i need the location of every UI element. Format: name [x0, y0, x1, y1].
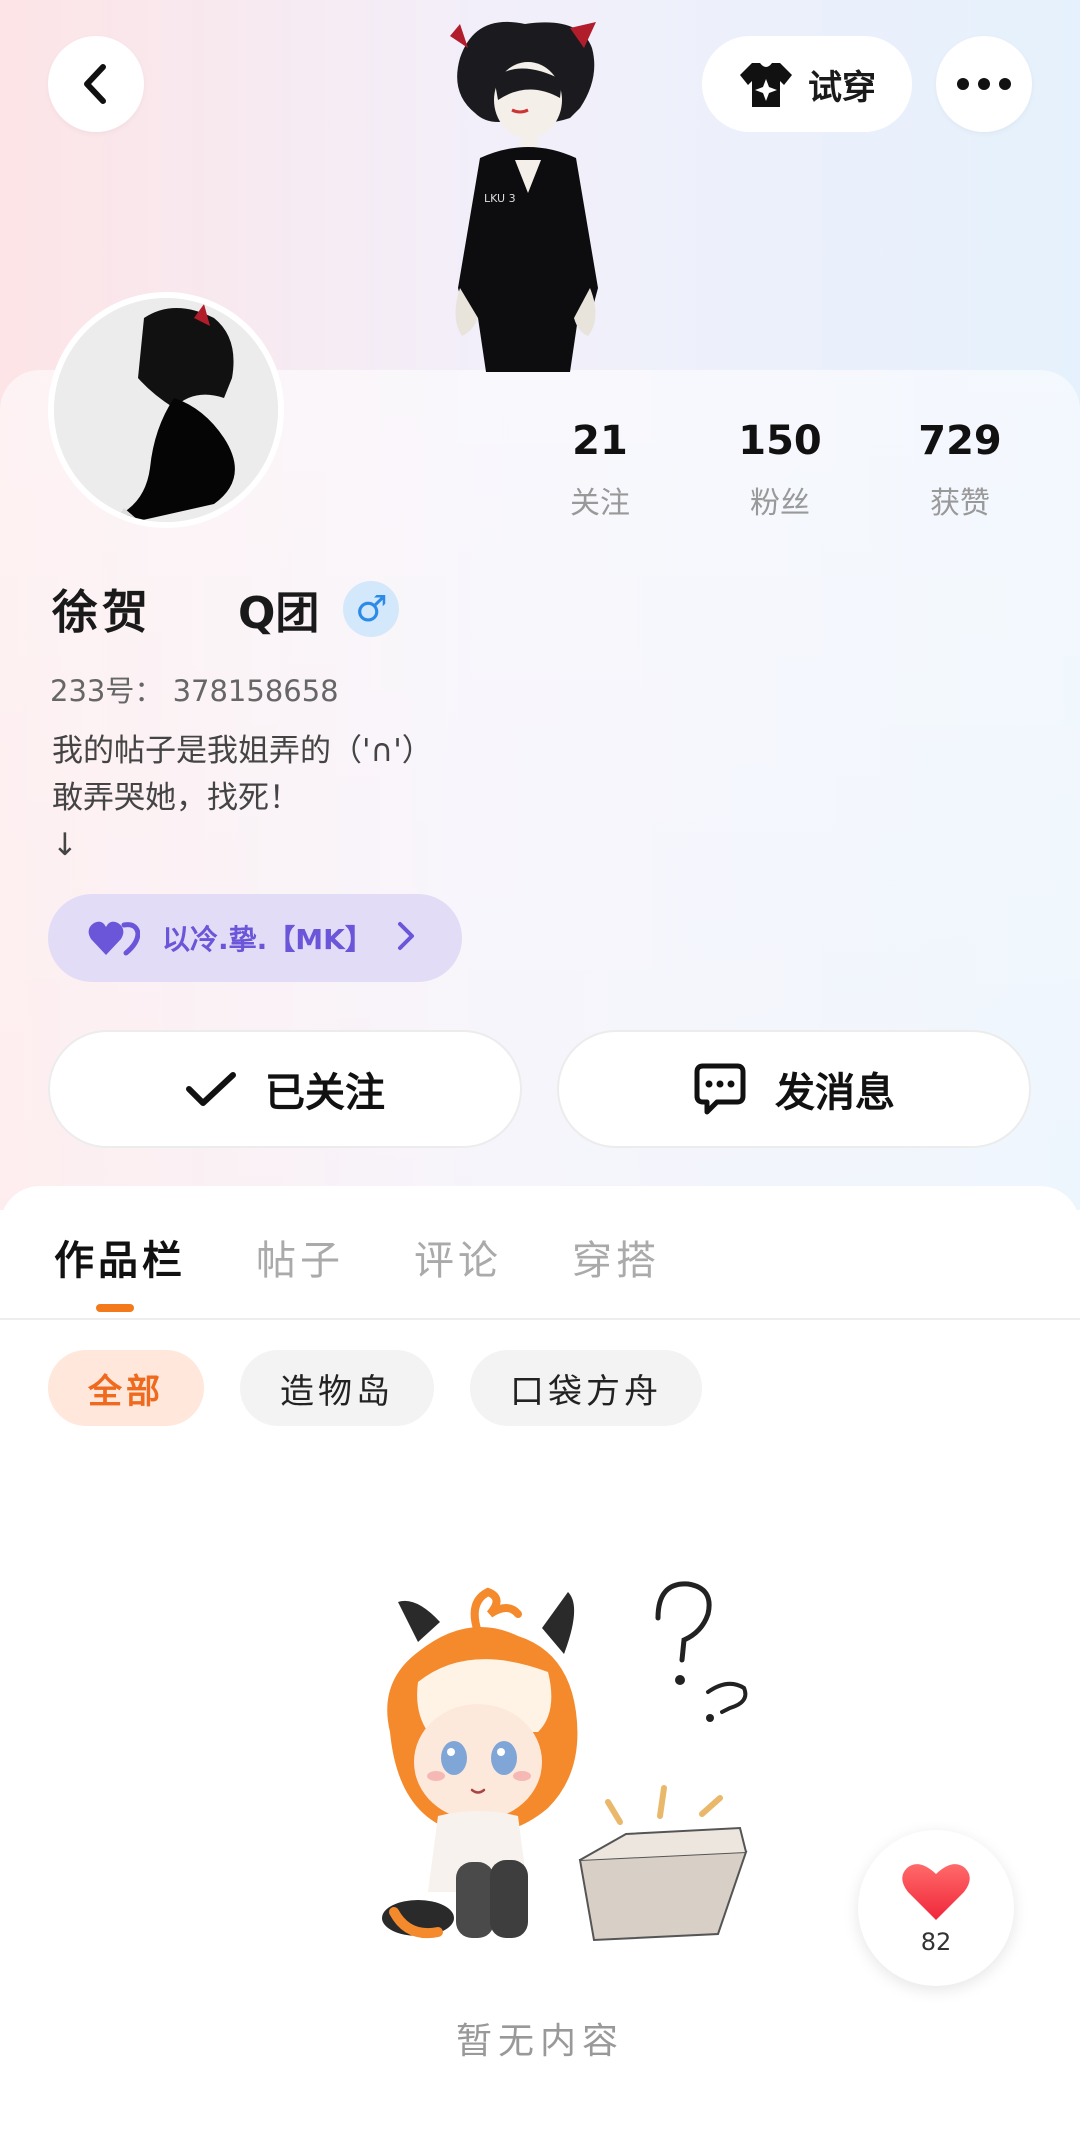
fan-badge-label: 以冷.挚.【MK】	[162, 923, 373, 956]
more-dots-icon	[957, 78, 1011, 90]
tab-posts[interactable]: 帖子	[256, 1228, 344, 1286]
bio-line: 我的帖子是我姐弄的（'∩'）	[52, 733, 433, 769]
like-count: 82	[920, 1928, 952, 1956]
tab-label: 评论	[414, 1238, 502, 1284]
user-name: 徐贺	[52, 585, 152, 639]
stat-following[interactable]: 21 关注	[500, 418, 700, 522]
uid-label: 233号：	[50, 674, 164, 708]
shirt-sparkle-icon	[740, 63, 792, 107]
back-button[interactable]	[48, 36, 144, 132]
tab-label: 作品栏	[54, 1238, 186, 1284]
name-row: 徐贺 Q团 ♂	[52, 576, 400, 642]
stat-likes[interactable]: 729 获赞	[860, 418, 1060, 522]
stat-label: 关注	[570, 486, 630, 521]
empty-state-text: 暂无内容	[455, 2021, 624, 2062]
tab-label: 穿搭	[572, 1238, 660, 1284]
stat-value: 21	[572, 418, 628, 464]
send-message-label: 发消息	[775, 1070, 895, 1116]
stat-value: 729	[918, 418, 1002, 464]
avatar-image	[54, 298, 278, 522]
active-tab-indicator	[96, 1304, 134, 1312]
try-on-label: 试穿	[808, 67, 876, 108]
content-panel: 作品栏 帖子 评论 穿搭 全部 造物岛 口袋方舟 暂无内容	[0, 1186, 1080, 2144]
empty-state-illustration	[382, 1581, 748, 1942]
stat-label: 粉丝	[750, 486, 810, 521]
user-id: 233号： 378158658	[50, 668, 339, 710]
followed-label: 已关注	[265, 1070, 385, 1116]
tab-outfits[interactable]: 穿搭	[572, 1228, 660, 1286]
heart-icon	[902, 1864, 970, 1920]
filter-chip-creation-island[interactable]: 造物岛	[240, 1350, 434, 1426]
avatar[interactable]	[48, 292, 284, 528]
tab-label: 帖子	[256, 1238, 344, 1284]
chat-bubble-icon	[694, 1063, 746, 1115]
send-message-button[interactable]: 发消息	[557, 1030, 1031, 1148]
double-heart-icon	[88, 921, 140, 956]
svg-text:LKU 3: LKU 3	[484, 192, 516, 205]
tabs-divider	[0, 1318, 1080, 1320]
male-icon: ♂	[343, 581, 400, 637]
chevron-right-icon	[398, 922, 414, 950]
stat-value: 150	[738, 418, 822, 464]
chevron-left-icon	[84, 64, 106, 104]
fan-badge-button[interactable]: 以冷.挚.【MK】	[48, 894, 462, 982]
more-button[interactable]	[936, 36, 1032, 132]
stats-row: 21 关注 150 粉丝 729 获赞	[500, 418, 1060, 522]
filter-chip-pocket-ark[interactable]: 口袋方舟	[470, 1350, 702, 1426]
filter-chip-all[interactable]: 全部	[48, 1350, 204, 1426]
team-name: Q团	[238, 588, 320, 639]
tab-works[interactable]: 作品栏	[54, 1228, 186, 1312]
character-figure[interactable]: LKU 3	[420, 18, 630, 372]
bio-line: 敢弄哭她，找死！	[52, 780, 300, 816]
followed-button[interactable]: 已关注	[48, 1030, 522, 1148]
check-icon	[186, 1072, 236, 1106]
filter-chips: 全部 造物岛 口袋方舟	[48, 1350, 702, 1426]
floating-like-button[interactable]: 82	[858, 1830, 1014, 1986]
tab-comments[interactable]: 评论	[414, 1228, 502, 1286]
bio-line: ↓	[52, 827, 78, 863]
stat-label: 获赞	[930, 486, 990, 521]
bio: 我的帖子是我姐弄的（'∩'） 敢弄哭她，找死！ ↓	[52, 728, 433, 869]
try-on-button[interactable]: 试穿	[702, 36, 912, 132]
stat-followers[interactable]: 150 粉丝	[680, 418, 880, 522]
content-tabs: 作品栏 帖子 评论 穿搭	[54, 1228, 660, 1312]
uid-value: 378158658	[172, 674, 339, 708]
